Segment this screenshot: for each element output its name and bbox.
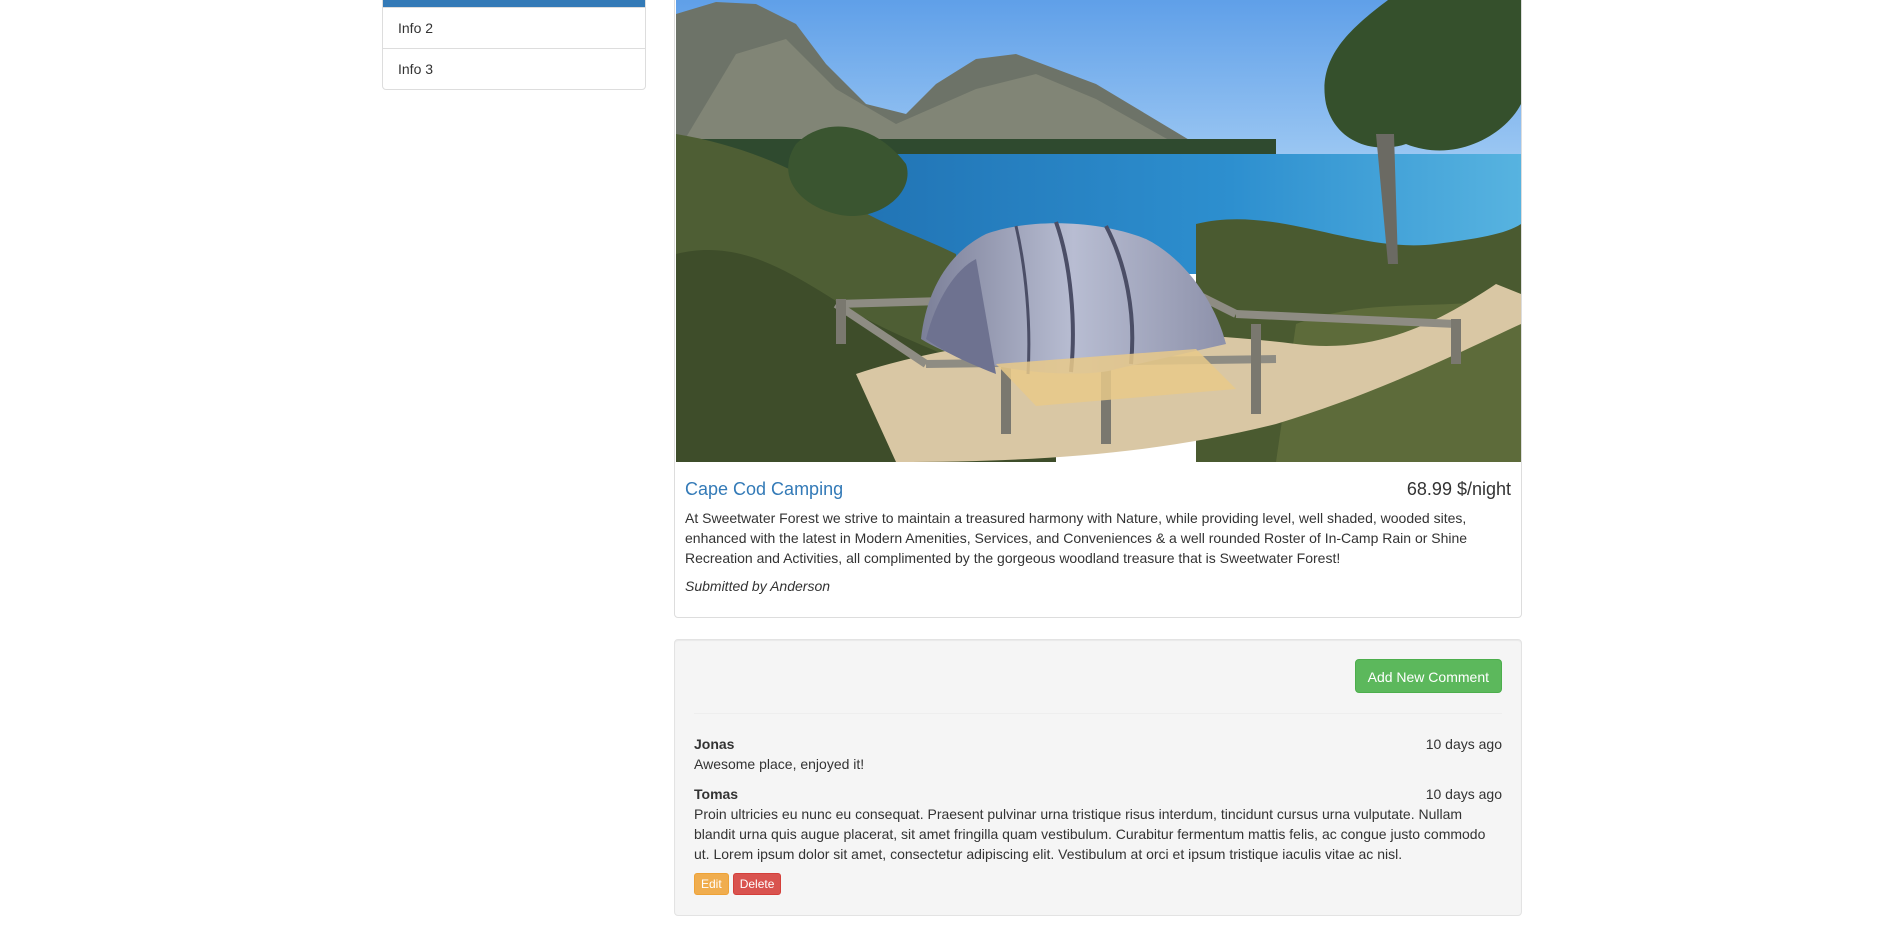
comment-timestamp: 10 days ago xyxy=(1425,786,1502,802)
comment-text: Awesome place, enjoyed it! xyxy=(694,756,865,772)
sidebar-item-info-3[interactable]: Info 3 xyxy=(383,48,645,89)
comments-section: Add New Comment Jonas 10 days ago Awesom… xyxy=(674,639,1522,916)
comments-divider xyxy=(694,713,1502,714)
sidebar-item-info-1[interactable] xyxy=(383,0,645,7)
comment-item: Tomas 10 days ago Proin ultricies eu nun… xyxy=(694,784,1502,895)
comment-item: Jonas 10 days ago Awesome place, enjoyed… xyxy=(694,734,1502,774)
add-new-comment-button[interactable]: Add New Comment xyxy=(1354,659,1502,693)
campground-header: Cape Cod Camping 68.99 $/night xyxy=(685,470,1511,508)
page: Info 2 Info 3 Cape Cod Camping 68.99 $/n… xyxy=(0,0,1904,936)
comment-author: Tomas xyxy=(694,786,739,802)
campground-description: At Sweetwater Forest we strive to mainta… xyxy=(685,510,1468,566)
campground-submitted-by: Submitted by Anderson xyxy=(685,578,831,594)
comment-actions: Edit Delete xyxy=(694,873,1502,895)
campground-price: 68.99 $/night xyxy=(1406,479,1511,499)
delete-comment-button[interactable]: Delete xyxy=(732,873,782,895)
campground-image xyxy=(676,0,1521,462)
comment-text: Proin ultricies eu nunc eu consequat. Pr… xyxy=(694,806,1486,862)
campground-title-link[interactable]: Cape Cod Camping xyxy=(685,479,843,500)
comment-author: Jonas xyxy=(694,736,735,752)
sidebar-list: Info 2 Info 3 xyxy=(382,0,646,90)
edit-comment-button[interactable]: Edit xyxy=(694,873,729,895)
comment-timestamp: 10 days ago xyxy=(1425,736,1502,752)
campground-caption: Cape Cod Camping 68.99 $/night At Sweetw… xyxy=(676,470,1520,594)
campground-card: Cape Cod Camping 68.99 $/night At Sweetw… xyxy=(674,0,1522,618)
sidebar-item-info-2[interactable]: Info 2 xyxy=(383,7,645,48)
